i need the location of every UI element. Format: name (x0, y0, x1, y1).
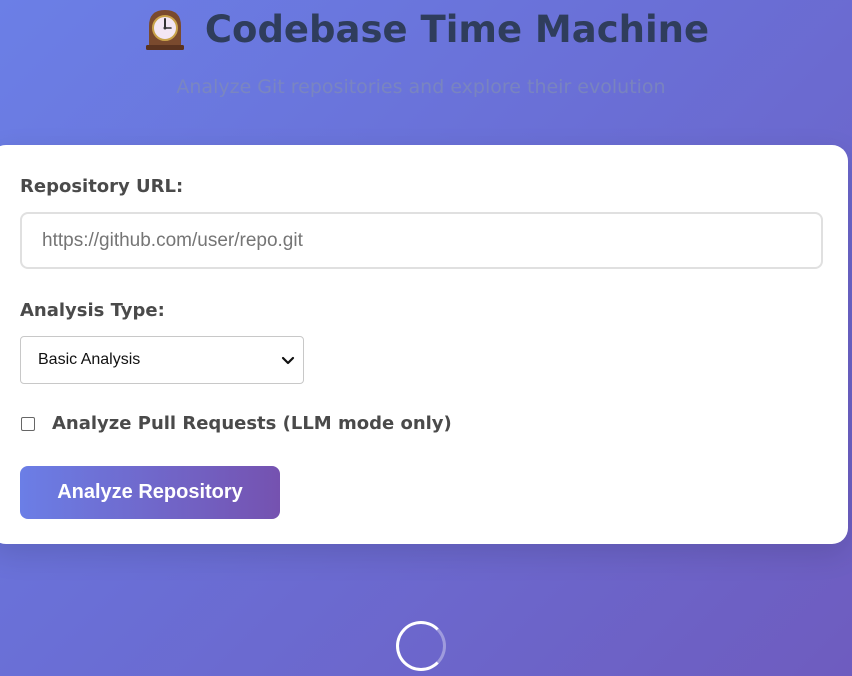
analyze-pull-requests-checkbox[interactable] (21, 417, 35, 431)
chevron-down-icon (281, 351, 295, 370)
mantelpiece-clock-icon (143, 6, 187, 52)
page-title: Codebase Time Machine (0, 6, 852, 52)
app-title-text: Codebase Time Machine (204, 7, 710, 51)
analyze-repository-button[interactable]: Analyze Repository (20, 466, 280, 519)
loading-spinner (396, 621, 446, 671)
analysis-form-card: Repository URL: Analysis Type: Basic Ana… (0, 145, 848, 544)
analyze-pull-requests-label[interactable]: Analyze Pull Requests (LLM mode only) (52, 413, 452, 434)
analysis-type-select[interactable]: Basic Analysis (20, 336, 304, 384)
analysis-type-label: Analysis Type: (20, 300, 165, 321)
repository-url-label: Repository URL: (20, 176, 184, 197)
repository-url-input[interactable] (20, 212, 823, 269)
page-subtitle: Analyze Git repositories and explore the… (176, 76, 666, 98)
analysis-type-selected-value: Basic Analysis (38, 351, 141, 368)
